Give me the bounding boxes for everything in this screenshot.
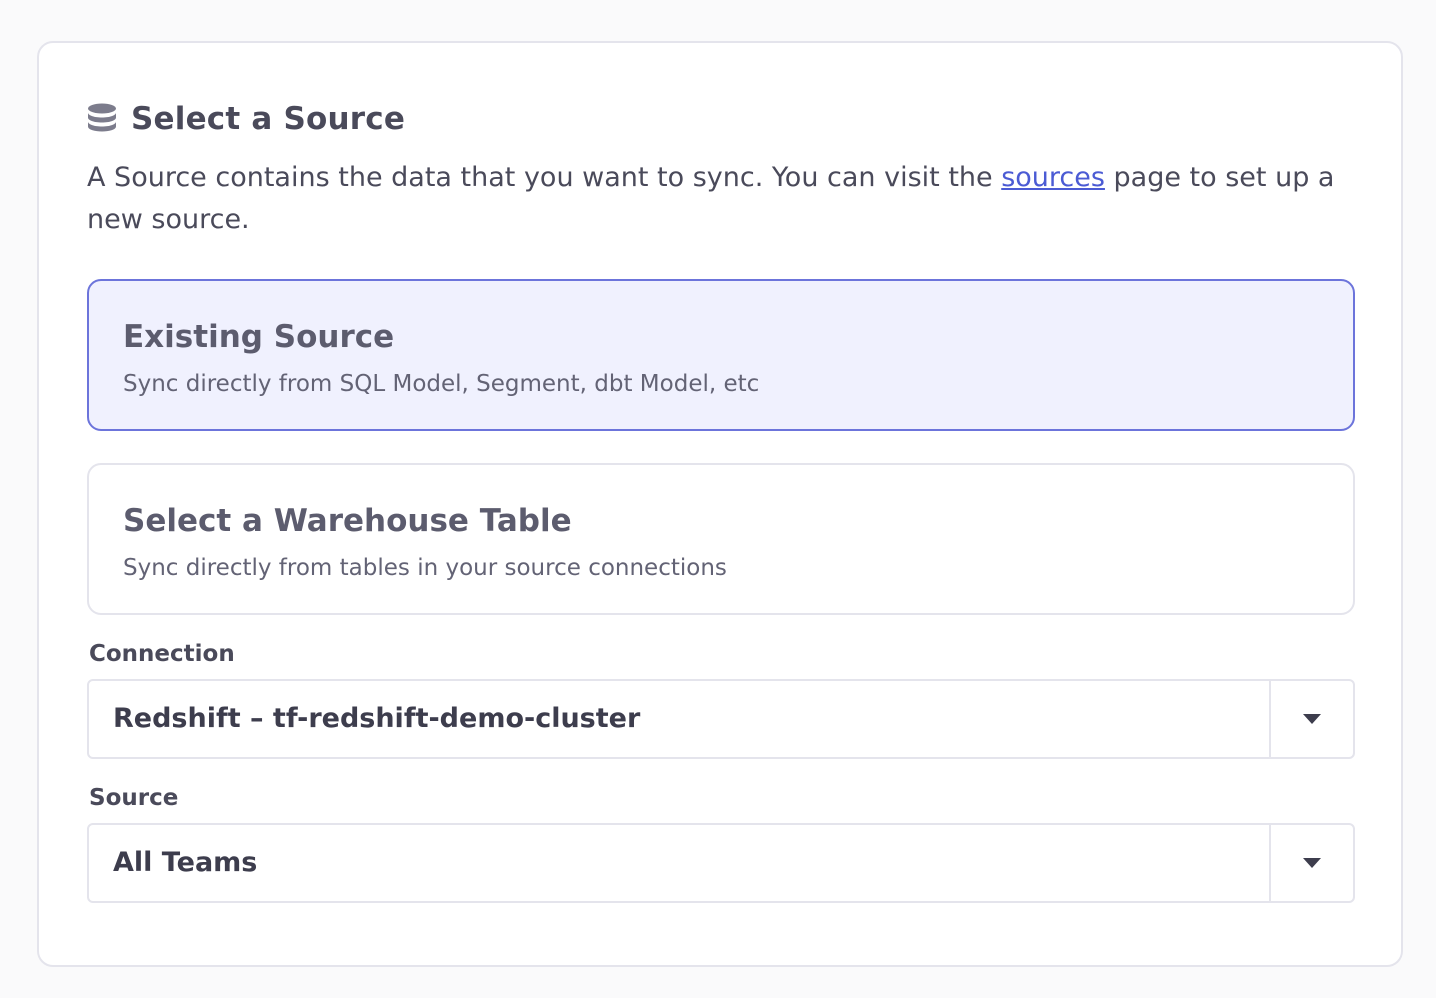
select-divider <box>1269 681 1271 757</box>
option-subtitle: Sync directly from SQL Model, Segment, d… <box>123 371 760 397</box>
section-header: Select a Source <box>87 101 405 137</box>
sources-link[interactable]: sources <box>1001 162 1105 193</box>
source-description: A Source contains the data that you want… <box>87 157 1367 241</box>
source-label: Source <box>89 785 179 811</box>
connection-value: Redshift – tf-redshift-demo-cluster <box>113 703 641 734</box>
chevron-down-icon[interactable] <box>1303 714 1321 724</box>
option-title: Select a Warehouse Table <box>123 503 572 539</box>
option-existing-source[interactable]: Existing Source Sync directly from SQL M… <box>87 279 1355 431</box>
chevron-down-icon[interactable] <box>1303 858 1321 868</box>
connection-label: Connection <box>89 641 235 667</box>
select-divider <box>1269 825 1271 901</box>
source-value: All Teams <box>113 847 258 878</box>
connection-select[interactable]: Redshift – tf-redshift-demo-cluster <box>87 679 1355 759</box>
description-text-before: A Source contains the data that you want… <box>87 162 1002 193</box>
option-subtitle: Sync directly from tables in your source… <box>123 555 727 581</box>
database-icon <box>88 103 116 132</box>
page-title: Select a Source <box>131 101 406 137</box>
source-select[interactable]: All Teams <box>87 823 1355 903</box>
select-source-card: Select a Source A Source contains the da… <box>37 41 1403 967</box>
option-warehouse-table[interactable]: Select a Warehouse Table Sync directly f… <box>87 463 1355 615</box>
option-title: Existing Source <box>123 319 395 355</box>
